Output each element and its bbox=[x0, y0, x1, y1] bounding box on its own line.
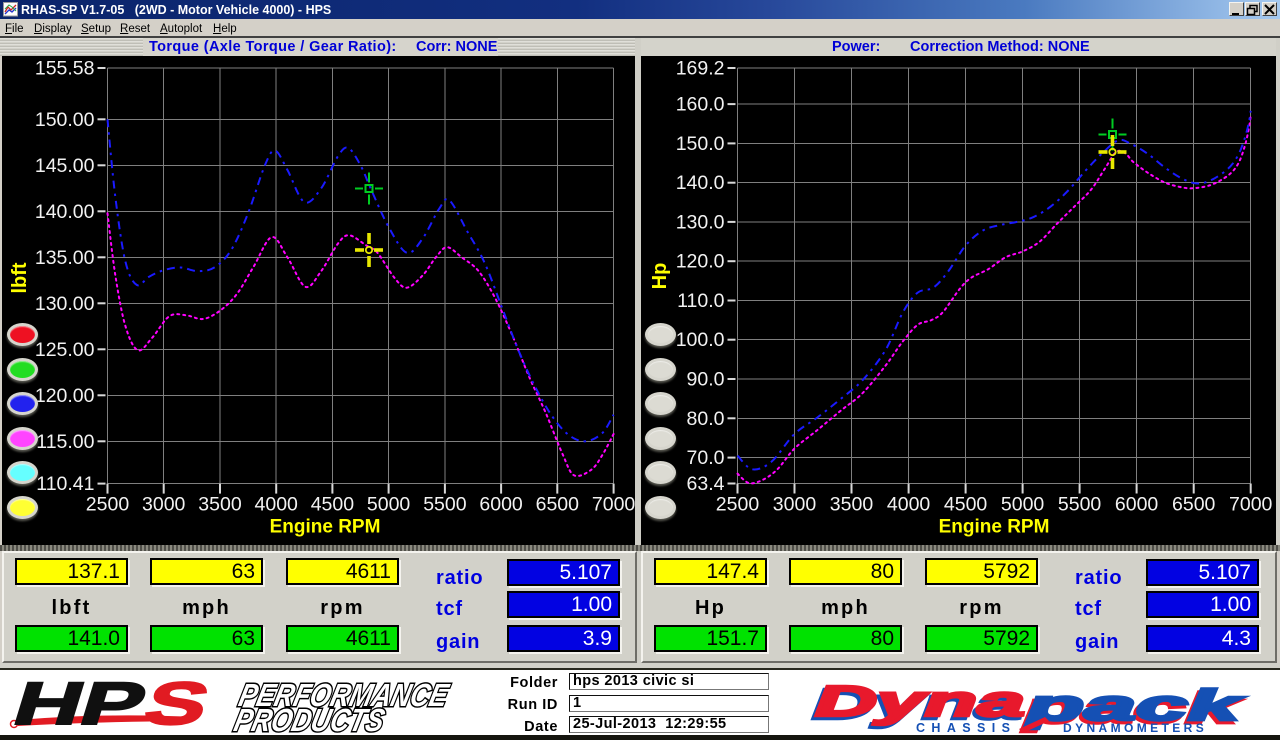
svg-text:160.0: 160.0 bbox=[676, 94, 725, 116]
svg-text:3500: 3500 bbox=[830, 494, 874, 516]
svg-text:4000: 4000 bbox=[887, 494, 931, 516]
svg-text:100.0: 100.0 bbox=[676, 329, 725, 351]
svg-text:120.00: 120.00 bbox=[35, 385, 95, 407]
svg-text:140.0: 140.0 bbox=[676, 172, 725, 194]
svg-text:6000: 6000 bbox=[479, 494, 523, 516]
svg-text:135.00: 135.00 bbox=[35, 247, 95, 269]
svg-text:5500: 5500 bbox=[423, 494, 467, 516]
svg-text:110.0: 110.0 bbox=[677, 290, 725, 312]
svg-text:2500: 2500 bbox=[716, 494, 760, 516]
svg-text:115.00: 115.00 bbox=[36, 431, 94, 453]
svg-text:5000: 5000 bbox=[367, 494, 411, 516]
svg-text:4500: 4500 bbox=[944, 494, 988, 516]
svg-text:130.00: 130.00 bbox=[35, 293, 95, 315]
svg-text:6500: 6500 bbox=[536, 494, 580, 516]
svg-text:120.0: 120.0 bbox=[676, 251, 725, 273]
svg-text:6000: 6000 bbox=[1115, 494, 1159, 516]
svg-text:CHASSIS: CHASSIS bbox=[916, 721, 1016, 735]
svg-text:5000: 5000 bbox=[1001, 494, 1045, 516]
svg-text:PRODUCTS: PRODUCTS bbox=[231, 702, 389, 738]
svg-text:150.00: 150.00 bbox=[35, 109, 95, 131]
svg-text:Engine RPM: Engine RPM bbox=[270, 517, 381, 538]
svg-text:70.0: 70.0 bbox=[687, 447, 725, 469]
svg-text:90.0: 90.0 bbox=[687, 369, 725, 391]
svg-text:110.41: 110.41 bbox=[36, 473, 94, 495]
svg-text:63.4: 63.4 bbox=[687, 473, 725, 495]
svg-text:125.00: 125.00 bbox=[35, 339, 95, 361]
svg-text:7000: 7000 bbox=[592, 494, 635, 516]
svg-text:5500: 5500 bbox=[1058, 494, 1102, 516]
svg-text:80.0: 80.0 bbox=[687, 408, 725, 430]
svg-text:3500: 3500 bbox=[198, 494, 242, 516]
svg-text:169.2: 169.2 bbox=[676, 58, 725, 80]
svg-text:Engine RPM: Engine RPM bbox=[939, 517, 1050, 538]
svg-text:140.00: 140.00 bbox=[35, 201, 95, 223]
svg-text:lbft: lbft bbox=[9, 262, 31, 293]
svg-text:3000: 3000 bbox=[142, 494, 186, 516]
svg-text:155.58: 155.58 bbox=[35, 58, 95, 80]
svg-text:HP: HP bbox=[6, 670, 155, 737]
svg-text:6500: 6500 bbox=[1172, 494, 1216, 516]
svg-text:3000: 3000 bbox=[773, 494, 817, 516]
svg-text:Hp: Hp bbox=[649, 263, 671, 290]
svg-text:4500: 4500 bbox=[311, 494, 355, 516]
svg-text:150.0: 150.0 bbox=[676, 133, 725, 155]
svg-text:Dyna: Dyna bbox=[815, 677, 1025, 726]
svg-text:145.00: 145.00 bbox=[35, 155, 95, 177]
svg-text:DYNAMOMETERS: DYNAMOMETERS bbox=[1063, 721, 1207, 735]
svg-text:2500: 2500 bbox=[86, 494, 130, 516]
svg-text:7000: 7000 bbox=[1229, 494, 1273, 516]
svg-text:130.0: 130.0 bbox=[676, 211, 725, 233]
svg-text:4000: 4000 bbox=[255, 494, 299, 516]
